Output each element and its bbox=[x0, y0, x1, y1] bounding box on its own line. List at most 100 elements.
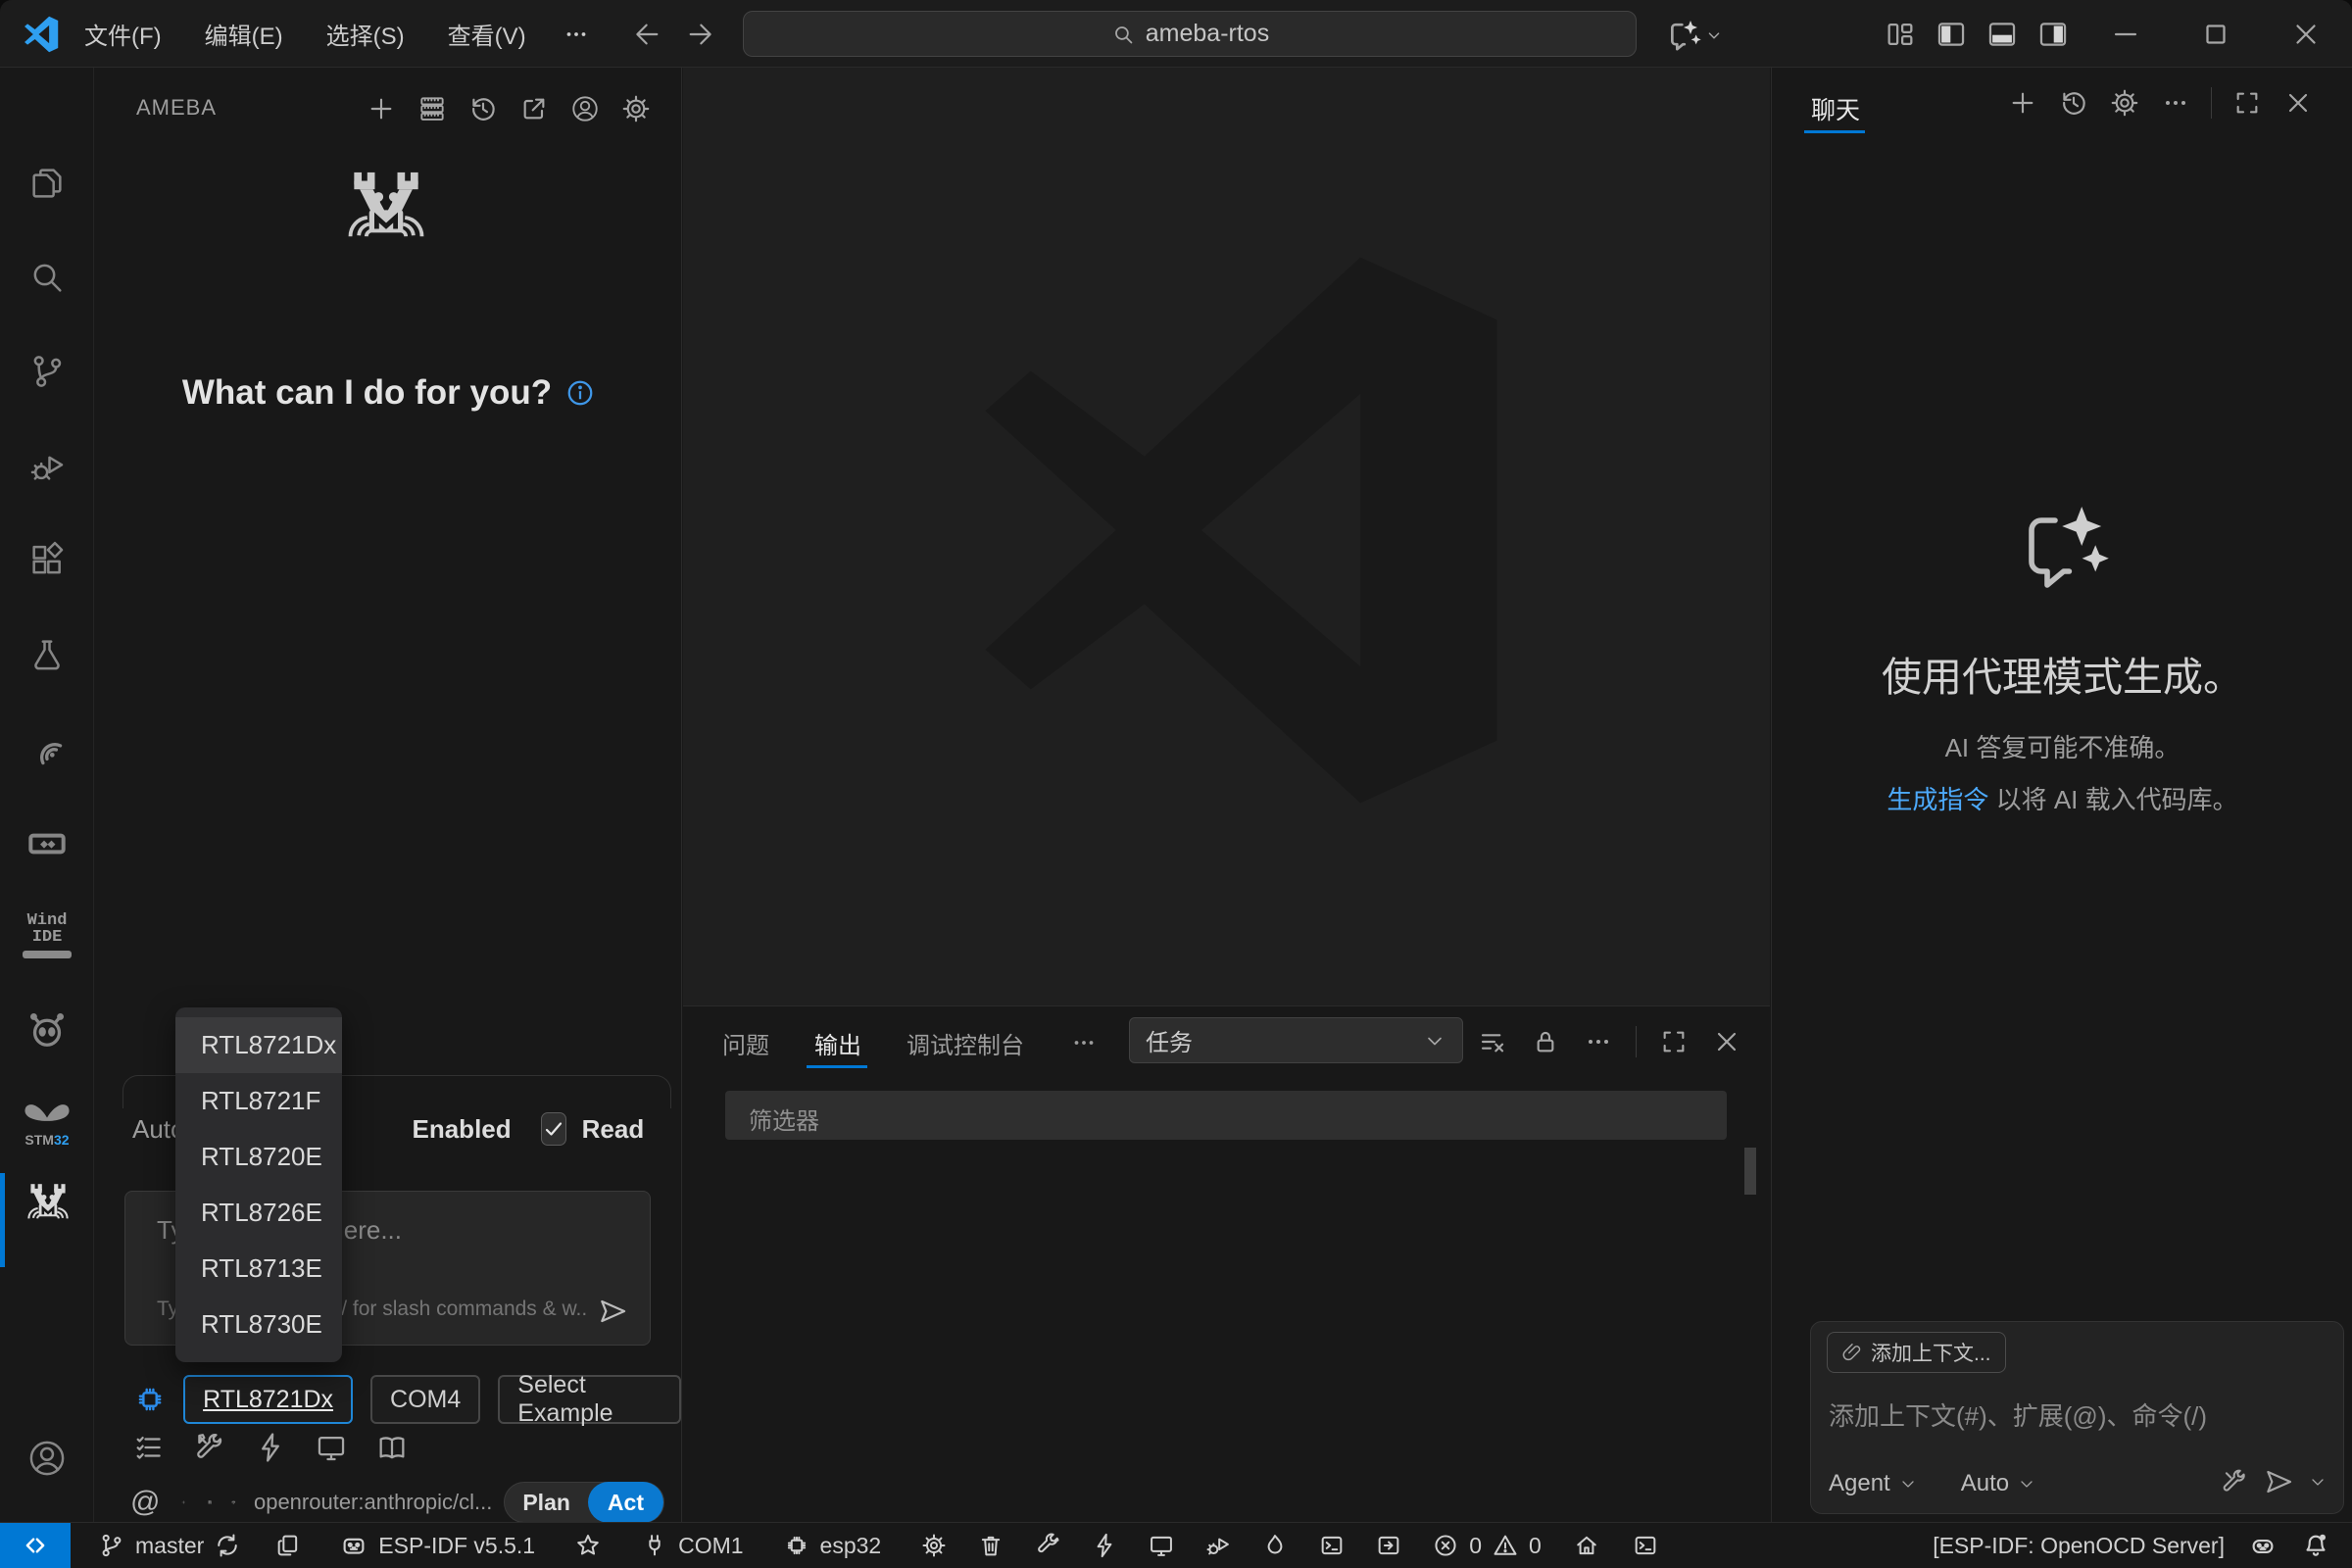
send-icon[interactable] bbox=[597, 1296, 628, 1327]
dropdown-item[interactable]: RTL8726E bbox=[175, 1185, 342, 1241]
scales-icon[interactable] bbox=[231, 1488, 236, 1517]
server-rows-icon[interactable] bbox=[208, 1488, 213, 1517]
debug-start-icon[interactable] bbox=[1204, 1532, 1232, 1559]
menu-file[interactable]: 文件(F) bbox=[63, 0, 183, 68]
warning-count[interactable]: 0 bbox=[1529, 1533, 1542, 1559]
windide-icon[interactable]: WindIDE bbox=[20, 912, 74, 958]
plan-option[interactable]: Plan bbox=[505, 1490, 588, 1516]
nav-back-icon[interactable] bbox=[632, 19, 663, 50]
lightning-icon[interactable] bbox=[254, 1431, 287, 1464]
run-debug-icon[interactable] bbox=[27, 447, 67, 486]
at-mention-icon[interactable]: @ bbox=[130, 1486, 160, 1519]
history-icon[interactable] bbox=[466, 92, 500, 125]
openocd-server-status[interactable]: [ESP-IDF: OpenOCD Server] bbox=[1933, 1533, 2225, 1559]
espressif-icon[interactable] bbox=[27, 730, 67, 769]
toggle-primary-sidebar-icon[interactable] bbox=[1935, 18, 1968, 51]
espidf-version[interactable]: ESP-IDF v5.5.1 bbox=[378, 1533, 535, 1559]
toggle-panel-icon[interactable] bbox=[1985, 18, 2019, 51]
more-actions-icon[interactable] bbox=[1583, 1026, 1614, 1057]
search-view-icon[interactable] bbox=[27, 258, 67, 297]
extensions-icon[interactable] bbox=[27, 541, 67, 580]
maximize-button[interactable] bbox=[2199, 18, 2232, 51]
model-label[interactable]: openrouter:anthropic/cl... bbox=[254, 1490, 492, 1515]
add-icon[interactable] bbox=[181, 1488, 186, 1517]
error-count[interactable]: 0 bbox=[1469, 1533, 1482, 1559]
chat-send-icon[interactable] bbox=[2263, 1466, 2294, 1497]
lock-icon[interactable] bbox=[1530, 1026, 1561, 1057]
branch-name[interactable]: master bbox=[135, 1533, 204, 1559]
panel-scrollbar[interactable] bbox=[1744, 1148, 1756, 1195]
output-channel-select[interactable]: 任务 bbox=[1129, 1017, 1463, 1063]
sb-lightning-icon[interactable] bbox=[1091, 1532, 1118, 1559]
chat-more-icon[interactable] bbox=[2160, 87, 2191, 119]
target-name[interactable]: esp32 bbox=[820, 1533, 882, 1559]
star-icon[interactable] bbox=[574, 1532, 602, 1559]
more-tabs-icon[interactable] bbox=[1069, 1028, 1099, 1057]
model-picker[interactable]: Auto bbox=[1961, 1470, 2009, 1497]
plan-act-toggle[interactable]: Plan Act bbox=[504, 1482, 664, 1523]
stm32-icon[interactable]: STM32 bbox=[22, 1097, 73, 1148]
clear-output-icon[interactable] bbox=[1477, 1026, 1508, 1057]
dropdown-item[interactable]: RTL8730E bbox=[175, 1297, 342, 1352]
explorer-icon[interactable] bbox=[27, 164, 67, 203]
command-center-search[interactable]: ameba-rtos bbox=[743, 11, 1637, 57]
board-select-button[interactable]: RTL8721Dx bbox=[183, 1375, 353, 1424]
wrench-icon[interactable] bbox=[1034, 1532, 1061, 1559]
chat-maximize-icon[interactable] bbox=[2231, 87, 2263, 119]
maximize-panel-icon[interactable] bbox=[1658, 1026, 1690, 1057]
tab-output[interactable]: 输出 bbox=[814, 1026, 861, 1060]
chat-tab[interactable]: 聊天 bbox=[1811, 91, 1860, 126]
chat-input-box[interactable]: 添加上下文... 添加上下文(#)、扩展(@)、命令(/) Agent Auto bbox=[1810, 1321, 2344, 1514]
tab-problems[interactable]: 问题 bbox=[722, 1026, 769, 1060]
chat-settings-icon[interactable] bbox=[2109, 87, 2140, 119]
close-button[interactable] bbox=[2289, 18, 2323, 51]
accounts-icon[interactable] bbox=[26, 1438, 68, 1479]
menu-view[interactable]: 查看(V) bbox=[426, 0, 548, 68]
notifications-bell-icon[interactable] bbox=[2301, 1531, 2330, 1560]
tools-icon[interactable] bbox=[193, 1431, 226, 1464]
remote-indicator[interactable] bbox=[0, 1523, 71, 1568]
copilot-menu-button[interactable] bbox=[1664, 16, 1725, 55]
run-in-box-icon[interactable] bbox=[1375, 1532, 1402, 1559]
copy-files-icon[interactable] bbox=[274, 1532, 302, 1559]
customize-layout-icon[interactable] bbox=[1884, 18, 1917, 51]
menu-edit[interactable]: 编辑(E) bbox=[183, 0, 305, 68]
flame-icon[interactable] bbox=[1261, 1532, 1289, 1559]
terminal-icon[interactable] bbox=[1318, 1532, 1346, 1559]
info-icon[interactable] bbox=[565, 378, 595, 408]
filter-input[interactable]: 筛选器 bbox=[725, 1091, 1727, 1140]
open-external-icon[interactable] bbox=[517, 92, 551, 125]
serial-card-icon[interactable] bbox=[25, 824, 69, 863]
generate-instructions-link[interactable]: 生成指令 bbox=[1886, 785, 1988, 814]
dropdown-item[interactable]: RTL8721Dx bbox=[175, 1017, 342, 1073]
dropdown-item[interactable]: RTL8713E bbox=[175, 1241, 342, 1297]
tab-debug-console[interactable]: 调试控制台 bbox=[906, 1026, 1024, 1060]
checklist-icon[interactable] bbox=[132, 1431, 166, 1464]
gear-icon[interactable] bbox=[619, 92, 653, 125]
send-options-chevron-icon[interactable] bbox=[2308, 1472, 2328, 1492]
nav-forward-icon[interactable] bbox=[684, 19, 715, 50]
minimize-button[interactable] bbox=[2109, 18, 2142, 51]
add-context-button[interactable]: 添加上下文... bbox=[1827, 1332, 2006, 1373]
new-chat-icon[interactable] bbox=[2007, 87, 2038, 119]
robot-head-icon[interactable] bbox=[25, 1008, 69, 1052]
menu-selection[interactable]: 选择(S) bbox=[305, 0, 426, 68]
chat-tools-icon[interactable] bbox=[2220, 1467, 2249, 1496]
read-checkbox[interactable] bbox=[541, 1112, 566, 1146]
copilot-status-icon[interactable] bbox=[2248, 1531, 2278, 1560]
chat-history-icon[interactable] bbox=[2058, 87, 2089, 119]
new-task-icon[interactable] bbox=[365, 92, 398, 125]
source-control-icon[interactable] bbox=[27, 352, 67, 391]
close-panel-icon[interactable] bbox=[1711, 1026, 1742, 1057]
serial-port[interactable]: COM1 bbox=[678, 1533, 743, 1559]
chat-close-icon[interactable] bbox=[2282, 87, 2314, 119]
book-icon[interactable] bbox=[375, 1431, 409, 1464]
account-icon[interactable] bbox=[568, 92, 602, 125]
trash-icon[interactable] bbox=[977, 1532, 1004, 1559]
sync-icon[interactable] bbox=[214, 1532, 241, 1559]
sb-gear-icon[interactable] bbox=[920, 1532, 948, 1559]
sb-monitor-icon[interactable] bbox=[1148, 1532, 1175, 1559]
select-example-button[interactable]: Select Example bbox=[498, 1375, 681, 1424]
mode-picker[interactable]: Agent bbox=[1829, 1470, 1890, 1497]
test-flask-icon[interactable] bbox=[27, 635, 67, 674]
